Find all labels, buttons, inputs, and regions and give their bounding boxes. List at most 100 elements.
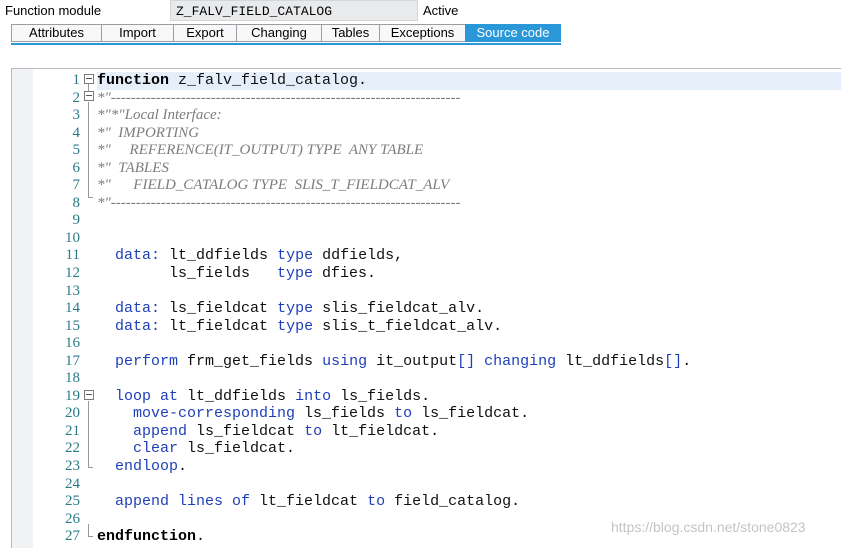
code-line[interactable]: append ls_fieldcat to lt_fieldcat.: [97, 423, 841, 441]
collapse-icon[interactable]: [84, 91, 94, 101]
keyword-token: clear: [133, 440, 179, 458]
editor-gutter: [12, 69, 33, 548]
code-line[interactable]: loop at lt_ddfields into ls_fields.: [97, 388, 841, 406]
keyword-token: data:: [115, 317, 161, 335]
line-number: 4: [72, 124, 81, 141]
code-line[interactable]: endloop.: [97, 458, 841, 476]
line-number: 21: [65, 422, 80, 439]
line-number: 13: [65, 282, 80, 299]
keyword-token: data:: [115, 300, 161, 318]
line-number: 23: [65, 458, 80, 475]
line-number: 27: [65, 528, 80, 545]
code-token: lt_fieldcat: [250, 493, 368, 511]
function-module-label: Function module: [5, 3, 102, 18]
code-lines[interactable]: function z_falv_field_catalog. *"--------…: [97, 72, 841, 546]
code-line[interactable]: [97, 212, 841, 230]
line-number: 5: [72, 142, 81, 159]
code-token: ls_fields: [97, 265, 278, 283]
code-line[interactable]: *" IMPORTING: [97, 125, 841, 143]
collapse-icon[interactable]: [84, 74, 94, 84]
code-token: slis_t_fieldcat_alv.: [313, 317, 503, 335]
code-line[interactable]: perform frm_get_fields using it_output[]…: [97, 353, 841, 371]
code-line[interactable]: *"*"Local Interface:: [97, 107, 841, 125]
line-number: 25: [65, 493, 80, 510]
comment-token: *"--------------------------------------…: [97, 194, 461, 211]
line-number: 15: [65, 317, 80, 334]
keyword-token: changing: [484, 352, 557, 370]
code-token: lt_ddfields: [556, 352, 665, 370]
code-line[interactable]: append lines of lt_fieldcat to field_cat…: [97, 493, 841, 511]
tab-import[interactable]: Import: [101, 24, 173, 42]
keyword-token: []: [457, 352, 476, 370]
comment-token: *" REFERENCE(IT_OUTPUT) TYPE ANY TABLE: [97, 142, 424, 159]
code-line[interactable]: [97, 230, 841, 248]
tab-attributes[interactable]: Attributes: [11, 24, 101, 42]
code-token: lt_fieldcat.: [322, 422, 440, 440]
keyword-token: loop at: [115, 387, 179, 405]
code-line[interactable]: [97, 476, 841, 494]
code-token: .: [682, 352, 692, 370]
collapse-icon[interactable]: [84, 390, 94, 400]
line-number: 11: [65, 247, 80, 264]
line-number: 6: [72, 159, 81, 176]
code-token: ddfields,: [313, 247, 404, 265]
code-line[interactable]: [97, 370, 841, 388]
tab-exceptions[interactable]: Exceptions: [379, 24, 465, 42]
code-token: ls_fieldcat.: [178, 440, 296, 458]
code-line[interactable]: move-corresponding ls_fields to ls_field…: [97, 405, 841, 423]
code-line[interactable]: function z_falv_field_catalog.: [97, 72, 841, 90]
code-token: ls_fieldcat: [187, 422, 305, 440]
code-line[interactable]: [97, 335, 841, 353]
keyword-token: type: [277, 265, 314, 283]
line-number: 24: [65, 475, 80, 492]
tab-source-code[interactable]: Source code: [465, 24, 561, 42]
code-token: .: [196, 528, 206, 546]
code-token: ls_fields: [295, 405, 395, 423]
function-module-name-field[interactable]: Z_FALV_FIELD_CATALOG: [170, 0, 418, 21]
code-line[interactable]: data: lt_ddfields type ddfields,: [97, 247, 841, 265]
code-token: lt_fieldcat: [160, 317, 278, 335]
code-token: ls_fields.: [331, 387, 431, 405]
code-line[interactable]: ls_fields type dfies.: [97, 265, 841, 283]
tab-export[interactable]: Export: [173, 24, 236, 42]
line-number: 9: [72, 212, 81, 229]
line-number: 3: [72, 107, 81, 124]
function-module-header: Function module Z_FALV_FIELD_CATALOG Act…: [0, 0, 841, 22]
line-number: 16: [65, 335, 80, 352]
fold-guide: [88, 524, 89, 536]
code-token: z_falv_field_catalog.: [169, 72, 368, 89]
keyword-token: type: [277, 300, 314, 318]
keyword-token: append lines of: [115, 493, 251, 511]
code-line[interactable]: data: lt_fieldcat type slis_t_fieldcat_a…: [97, 318, 841, 336]
code-line[interactable]: *" REFERENCE(IT_OUTPUT) TYPE ANY TABLE: [97, 142, 841, 160]
line-number: 10: [65, 229, 80, 246]
code-line[interactable]: *" TABLES: [97, 160, 841, 178]
code-line[interactable]: *" FIELD_CATALOG TYPE SLIS_T_FIELDCAT_AL…: [97, 177, 841, 195]
line-number: 8: [72, 194, 81, 211]
tab-changing[interactable]: Changing: [236, 24, 321, 42]
code-line[interactable]: clear ls_fieldcat.: [97, 440, 841, 458]
code-token: slis_fieldcat_alv.: [313, 300, 485, 318]
keyword-token: perform: [115, 352, 179, 370]
code-line[interactable]: *"--------------------------------------…: [97, 90, 841, 108]
code-line[interactable]: data: ls_fieldcat type slis_fieldcat_alv…: [97, 300, 841, 318]
fold-markers: [80, 69, 96, 548]
comment-token: *" IMPORTING: [97, 124, 200, 141]
keyword-token: to: [367, 493, 386, 511]
line-number: 19: [65, 387, 80, 404]
code-token: dfies.: [313, 265, 377, 283]
code-line[interactable]: [97, 283, 841, 301]
keyword-token: type: [277, 247, 314, 265]
statement-keyword: endfunction: [97, 528, 197, 546]
keyword-token: move-corresponding: [133, 405, 296, 423]
code-line[interactable]: *"--------------------------------------…: [97, 195, 841, 213]
abap-source-editor[interactable]: 1 2 3 4 5 6 7 8 9 10 11 12 13 14 15 16 17 18 19 20 21 22 23 24 2…: [11, 68, 841, 548]
tab-tables[interactable]: Tables: [321, 24, 379, 42]
code-token: frm_get_fields: [178, 352, 323, 370]
keyword-token: into: [295, 387, 332, 405]
